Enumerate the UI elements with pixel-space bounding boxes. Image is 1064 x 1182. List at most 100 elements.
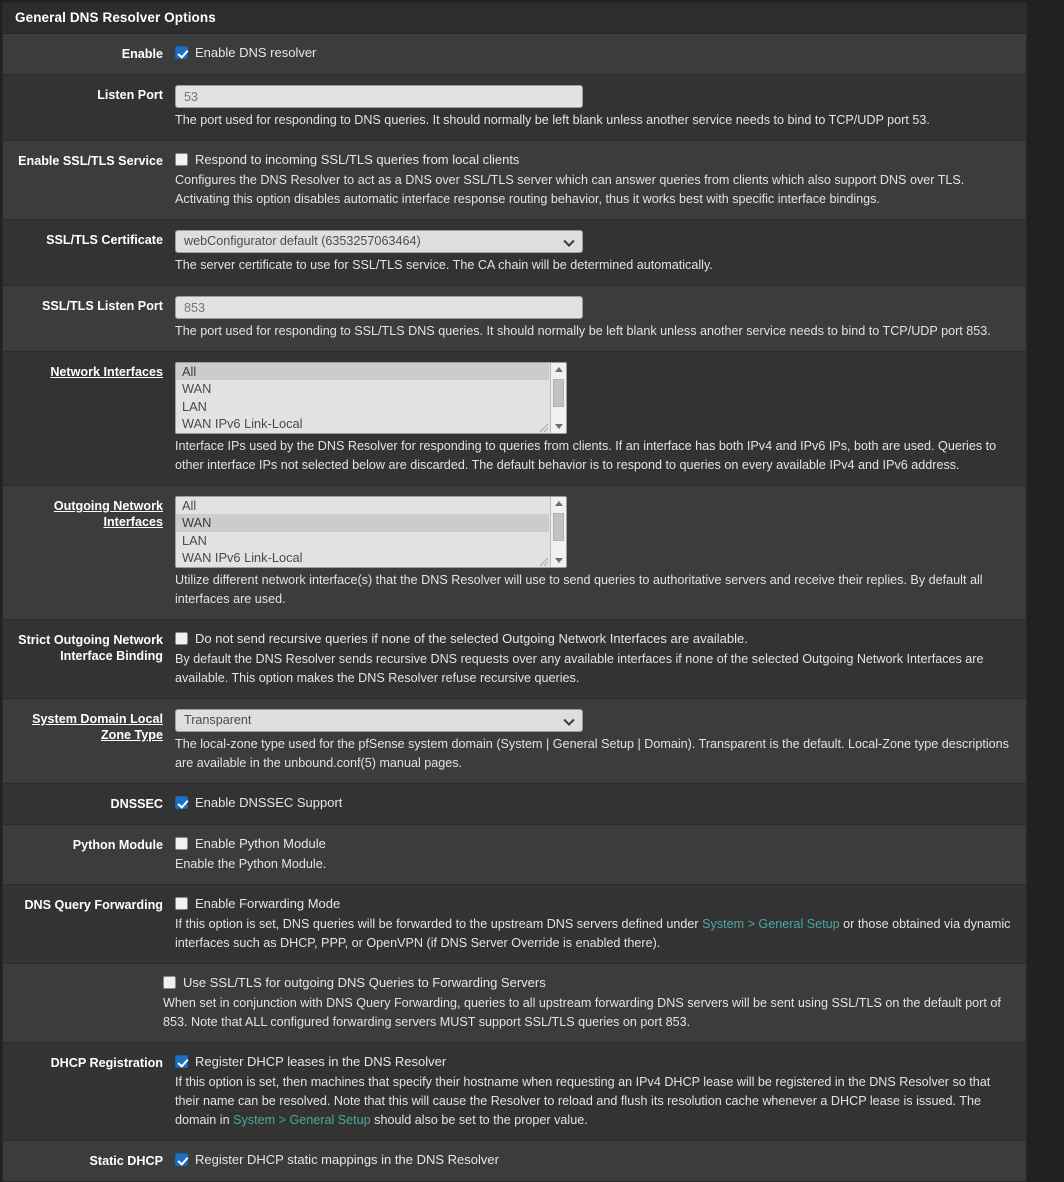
scroll-down-arrow-icon[interactable]: [551, 554, 566, 567]
label-line-1: System Domain Local: [32, 712, 163, 726]
respond-ssl-tls-label: Respond to incoming SSL/TLS queries from…: [195, 152, 520, 167]
control-network-interfaces: All WAN LAN WAN IPv6 Link-Local LAN IPv6…: [175, 362, 1026, 475]
list-item[interactable]: LAN IPv6 Link-Local: [176, 433, 549, 434]
label-network-interfaces[interactable]: Network Interfaces: [3, 362, 175, 380]
respond-ssl-tls-checkbox-row[interactable]: Respond to incoming SSL/TLS queries from…: [175, 151, 1016, 168]
resize-grip-icon[interactable]: [540, 558, 548, 566]
register-dhcp-leases-checkbox-row[interactable]: Register DHCP leases in the DNS Resolver: [175, 1053, 1016, 1070]
control-ssl-tls-listen-port: The port used for responding to SSL/TLS …: [175, 296, 1026, 341]
scrollbar-thumb[interactable]: [553, 379, 564, 407]
listen-port-help: The port used for responding to DNS quer…: [175, 113, 930, 127]
dhcp-registration-help: If this option is set, then machines tha…: [175, 1073, 1016, 1130]
listen-port-input[interactable]: [175, 85, 583, 108]
dns-query-forwarding-help: If this option is set, DNS queries will …: [175, 915, 1016, 953]
list-item[interactable]: WAN: [176, 514, 549, 532]
outgoing-network-interfaces-scrollbar[interactable]: [550, 497, 566, 567]
label-dns-query-forwarding: DNS Query Forwarding: [24, 898, 163, 912]
general-setup-link[interactable]: System > General Setup: [702, 917, 840, 931]
label-dnssec: DNSSEC: [110, 797, 163, 811]
list-item[interactable]: WAN IPv6 Link-Local: [176, 549, 549, 566]
row-static-dhcp: Static DHCP Register DHCP static mapping…: [3, 1141, 1026, 1181]
label-outgoing-network-interfaces[interactable]: Outgoing Network Interfaces: [3, 496, 175, 530]
row-outgoing-network-interfaces: Outgoing Network Interfaces All WAN LAN …: [3, 486, 1026, 620]
control-outgoing-network-interfaces: All WAN LAN WAN IPv6 Link-Local LAN IPv6…: [175, 496, 1026, 609]
enable-dns-resolver-label: Enable DNS resolver: [195, 45, 317, 60]
outgoing-network-interfaces-help: Utilize different network interface(s) t…: [175, 573, 983, 606]
control-enable: Enable DNS resolver: [175, 44, 1026, 63]
scrollbar-thumb[interactable]: [553, 513, 564, 541]
panel-title: General DNS Resolver Options: [3, 3, 1026, 34]
row-enable-ssl-tls-service: Enable SSL/TLS Service Respond to incomi…: [3, 141, 1026, 220]
scroll-up-arrow-icon[interactable]: [551, 363, 566, 376]
forwarding-ssl-tls-checkbox[interactable]: [163, 976, 176, 989]
static-dhcp-label: Register DHCP static mappings in the DNS…: [195, 1152, 499, 1167]
strict-outgoing-help: By default the DNS Resolver sends recurs…: [175, 652, 984, 685]
outgoing-network-interfaces-options: All WAN LAN WAN IPv6 Link-Local LAN IPv6…: [176, 497, 549, 568]
python-module-checkbox-row[interactable]: Enable Python Module: [175, 835, 1016, 852]
ssl-tls-certificate-selected-value: webConfigurator default (6353257063464): [184, 234, 421, 248]
network-interfaces-scrollbar[interactable]: [550, 363, 566, 433]
enable-dns-resolver-checkbox[interactable]: [175, 46, 188, 59]
help-text-after-link: should also be set to the proper value.: [370, 1113, 588, 1127]
list-item[interactable]: LAN: [176, 398, 549, 415]
scroll-down-arrow-icon[interactable]: [551, 420, 566, 433]
register-dhcp-leases-checkbox[interactable]: [175, 1055, 188, 1068]
forwarding-ssl-tls-label: Use SSL/TLS for outgoing DNS Queries to …: [183, 975, 546, 990]
strict-outgoing-checkbox[interactable]: [175, 632, 188, 645]
enable-forwarding-mode-checkbox-row[interactable]: Enable Forwarding Mode: [175, 895, 1016, 912]
control-python-module: Enable Python Module Enable the Python M…: [175, 835, 1026, 874]
scroll-up-arrow-icon[interactable]: [551, 497, 566, 510]
general-setup-link[interactable]: System > General Setup: [233, 1113, 371, 1127]
static-dhcp-checkbox-row[interactable]: Register DHCP static mappings in the DNS…: [175, 1151, 1016, 1168]
respond-ssl-tls-checkbox[interactable]: [175, 153, 188, 166]
ssl-tls-certificate-select[interactable]: webConfigurator default (6353257063464): [175, 230, 583, 253]
python-module-checkbox[interactable]: [175, 837, 188, 850]
label-line-1: Outgoing Network: [53, 499, 163, 513]
static-dhcp-checkbox[interactable]: [175, 1153, 188, 1166]
list-item[interactable]: LAN: [176, 532, 549, 549]
network-interfaces-help: Interface IPs used by the DNS Resolver f…: [175, 439, 997, 472]
control-listen-port: The port used for responding to DNS quer…: [175, 85, 1026, 130]
list-item[interactable]: All: [176, 497, 549, 514]
dnssec-label: Enable DNSSEC Support: [195, 795, 343, 810]
control-forwarding-ssl-tls: Use SSL/TLS for outgoing DNS Queries to …: [163, 974, 1026, 1032]
row-enable: Enable Enable DNS resolver: [3, 34, 1026, 75]
network-interfaces-listbox[interactable]: All WAN LAN WAN IPv6 Link-Local LAN IPv6…: [175, 362, 567, 434]
forwarding-ssl-tls-help: When set in conjunction with DNS Query F…: [163, 996, 1001, 1029]
enable-forwarding-mode-checkbox[interactable]: [175, 897, 188, 910]
enable-forwarding-mode-label: Enable Forwarding Mode: [195, 896, 341, 911]
control-dhcp-registration: Register DHCP leases in the DNS Resolver…: [175, 1053, 1026, 1130]
python-module-label: Enable Python Module: [195, 836, 326, 851]
row-forwarding-ssl-tls: Use SSL/TLS for outgoing DNS Queries to …: [3, 964, 1026, 1043]
forwarding-ssl-tls-checkbox-row[interactable]: Use SSL/TLS for outgoing DNS Queries to …: [163, 974, 1016, 991]
ssl-tls-listen-port-help: The port used for responding to SSL/TLS …: [175, 324, 991, 338]
outgoing-network-interfaces-listbox[interactable]: All WAN LAN WAN IPv6 Link-Local LAN IPv6…: [175, 496, 567, 568]
dnssec-checkbox-row[interactable]: Enable DNSSEC Support: [175, 794, 1016, 811]
row-network-interfaces: Network Interfaces All WAN LAN WAN IPv6 …: [3, 352, 1026, 486]
list-item[interactable]: WAN IPv6 Link-Local: [176, 415, 549, 432]
strict-outgoing-checkbox-row[interactable]: Do not send recursive queries if none of…: [175, 630, 1016, 647]
system-domain-local-zone-type-select[interactable]: Transparent: [175, 709, 583, 732]
ssl-tls-listen-port-input[interactable]: [175, 296, 583, 319]
label-dhcp-registration: DHCP Registration: [50, 1056, 163, 1070]
register-dhcp-leases-label: Register DHCP leases in the DNS Resolver: [195, 1054, 447, 1069]
control-system-domain-local-zone-type: Transparent The local-zone type used for…: [175, 709, 1026, 773]
python-module-help: Enable the Python Module.: [175, 857, 327, 871]
list-item[interactable]: WAN: [176, 380, 549, 397]
label-system-domain-local-zone-type[interactable]: System Domain Local Zone Type: [3, 709, 175, 743]
row-strict-outgoing-binding: Strict Outgoing Network Interface Bindin…: [3, 620, 1026, 699]
general-dns-resolver-options-panel: General DNS Resolver Options Enable Enab…: [2, 2, 1027, 1182]
resize-grip-icon[interactable]: [540, 424, 548, 432]
list-item[interactable]: LAN IPv6 Link-Local: [176, 567, 549, 568]
control-enable-ssl-tls-service: Respond to incoming SSL/TLS queries from…: [175, 151, 1026, 209]
label-line-2: Zone Type: [100, 728, 163, 742]
list-item[interactable]: All: [176, 363, 549, 381]
system-domain-local-zone-type-help: The local-zone type used for the pfSense…: [175, 737, 1009, 770]
control-dns-query-forwarding: Enable Forwarding Mode If this option is…: [175, 895, 1026, 953]
control-ssl-tls-certificate: webConfigurator default (6353257063464) …: [175, 230, 1026, 275]
dnssec-checkbox[interactable]: [175, 796, 188, 809]
system-domain-local-zone-type-selected-value: Transparent: [184, 713, 252, 727]
control-strict-outgoing-binding: Do not send recursive queries if none of…: [175, 630, 1026, 688]
label-python-module: Python Module: [72, 838, 163, 852]
enable-dns-resolver-checkbox-row[interactable]: Enable DNS resolver: [175, 44, 1016, 61]
